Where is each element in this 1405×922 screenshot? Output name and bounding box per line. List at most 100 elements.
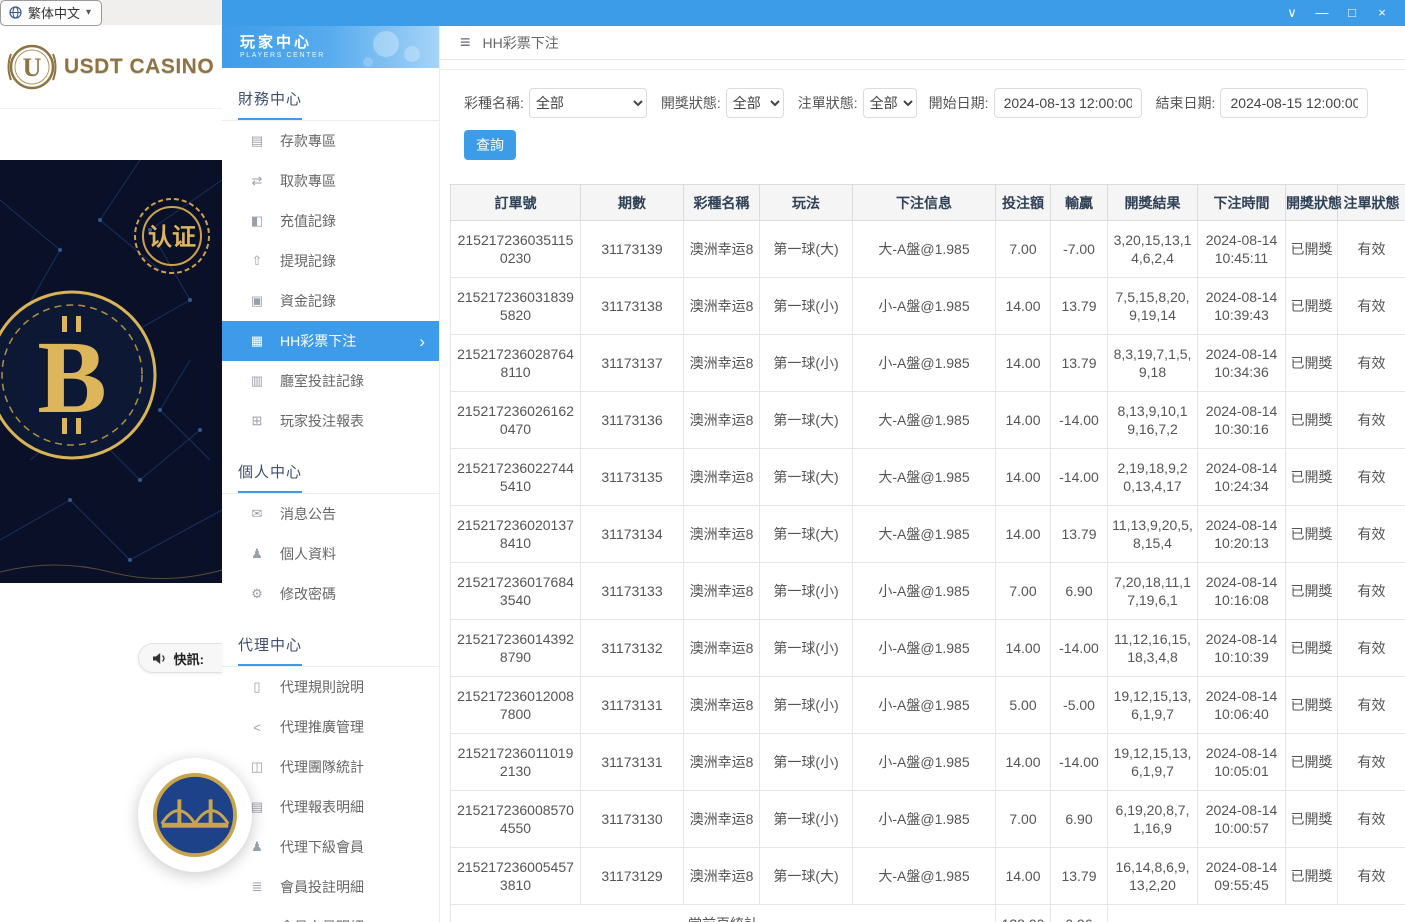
cell-draw-result: 7,20,18,11,17,19,6,1 xyxy=(1108,563,1198,620)
sidebar-item-bet-detail[interactable]: ≣ 會員投註明細 xyxy=(222,867,439,907)
cell-bet-info: 大-A盤@1.985 xyxy=(853,506,996,563)
cell-lottery-name: 澳洲幸运8 xyxy=(684,278,760,335)
window-close-icon[interactable]: × xyxy=(1367,0,1397,26)
cell-bet-time: 2024-08-14 10:00:57 xyxy=(1198,791,1286,848)
menu-toggle-icon[interactable]: ≡ xyxy=(460,32,471,53)
sidebar-item-trade-detail[interactable]: ≡會員交易明細 xyxy=(222,907,439,922)
cell-order-status: 有效 xyxy=(1338,848,1405,905)
sidebar-item-bell[interactable]: ✉消息公告 xyxy=(222,494,439,534)
members-icon: ♟ xyxy=(249,839,265,855)
cell-win-loss: 6.90 xyxy=(1051,563,1108,620)
cell-order-no: 2152172360176843540 xyxy=(451,563,581,620)
sidebar-item-player-report[interactable]: ⊞玩家投注報表 xyxy=(222,401,439,441)
draw-status-select[interactable]: 全部 xyxy=(726,88,784,118)
cell-bet-amount: 14.00 xyxy=(996,734,1051,791)
sidebar-nav: 財務中心▤存款專區⇄取款專區◧充值記錄⇧提現記錄▣資金記錄▦HH彩票下注›▥廳室… xyxy=(222,68,439,922)
sidebar-item-agent-report[interactable]: ▤代理報表明細 xyxy=(222,787,439,827)
window-minimize-icon[interactable]: — xyxy=(1307,0,1337,26)
bet-detail-icon: ≣ xyxy=(249,879,265,895)
sidebar-item-share[interactable]: <代理推廣管理 xyxy=(222,707,439,747)
window-maximize-icon[interactable]: □ xyxy=(1337,0,1367,26)
col-header-win-loss: 輸贏 xyxy=(1051,185,1108,221)
sidebar-item-funds[interactable]: ▣資金記錄 xyxy=(222,281,439,321)
cell-play-type: 第一球(大) xyxy=(760,221,853,278)
cell-bet-info: 大-A盤@1.985 xyxy=(853,392,996,449)
window-dropdown-icon[interactable]: ∨ xyxy=(1277,0,1307,26)
sidebar-item-gear[interactable]: ⚙修改密碼 xyxy=(222,574,439,614)
summary-label: 當前頁統計 xyxy=(451,905,996,922)
sidebar-item-label: 會員投註明細 xyxy=(280,877,364,897)
start-date-input[interactable] xyxy=(994,88,1142,118)
cell-lottery-name: 澳洲幸运8 xyxy=(684,563,760,620)
sidebar-item-members[interactable]: ♟代理下級會員 xyxy=(222,827,439,867)
sidebar-item-cashout[interactable]: ⇧提現記錄 xyxy=(222,241,439,281)
bridge-logo-icon xyxy=(152,772,238,858)
usdt-logo-icon: U xyxy=(4,39,60,95)
cell-order-status: 有效 xyxy=(1338,506,1405,563)
cell-issue: 31173135 xyxy=(581,449,684,506)
news-ticker: 快訊: xyxy=(138,643,222,673)
topbar: ≡ HH彩票下注 xyxy=(440,26,1405,60)
sidebar-subtitle: PLAYERS CENTER xyxy=(240,52,439,59)
col-header-lottery-name: 彩種名稱 xyxy=(684,185,760,221)
bitcoin-coin-icon: B xyxy=(0,292,155,458)
table-row: 215217236026162047031173136澳洲幸运8第一球(大)大-… xyxy=(451,392,1405,449)
cell-bet-info: 小-A盤@1.985 xyxy=(853,734,996,791)
cell-bet-info: 小-A盤@1.985 xyxy=(853,563,996,620)
cell-bet-time: 2024-08-14 10:30:16 xyxy=(1198,392,1286,449)
cell-order-status: 有效 xyxy=(1338,449,1405,506)
table-body: 215217236035115023031173139澳洲幸运8第一球(大)大-… xyxy=(451,221,1405,922)
cell-draw-result: 19,12,15,13,6,1,9,7 xyxy=(1108,734,1198,791)
start-date-label: 開始日期: xyxy=(929,93,989,113)
cell-draw-status: 已開獎 xyxy=(1286,506,1338,563)
svg-text:U: U xyxy=(23,53,42,82)
cell-win-loss: -5.00 xyxy=(1051,677,1108,734)
order-status-select[interactable]: 全部 xyxy=(863,88,917,118)
sidebar-item-deposit[interactable]: ▤存款專區 xyxy=(222,121,439,161)
lottery-select[interactable]: 全部 xyxy=(529,88,647,118)
cell-issue: 31173131 xyxy=(581,677,684,734)
sidebar-item-label: 會員交易明細 xyxy=(280,917,364,922)
language-selector[interactable]: 繁体中文 ▾ xyxy=(0,0,102,26)
table-row: 215217236011019213031173131澳洲幸运8第一球(小)小-… xyxy=(451,734,1405,791)
sidebar-item-label: 代理團隊統計 xyxy=(280,757,364,777)
globe-icon xyxy=(9,6,22,19)
sidebar-item-doc[interactable]: ▯代理規則說明 xyxy=(222,667,439,707)
cell-order-no: 2152172360120087800 xyxy=(451,677,581,734)
sidebar-item-room-record[interactable]: ▥廳室投註記錄 xyxy=(222,361,439,401)
cell-order-no: 2152172360227445410 xyxy=(451,449,581,506)
cell-issue: 31173137 xyxy=(581,335,684,392)
cell-bet-info: 小-A盤@1.985 xyxy=(853,791,996,848)
end-date-input[interactable] xyxy=(1220,88,1368,118)
cell-draw-result: 2,19,18,9,20,13,4,17 xyxy=(1108,449,1198,506)
cell-order-status: 有效 xyxy=(1338,278,1405,335)
chevron-right-icon: › xyxy=(419,333,425,350)
col-header-order-no: 訂單號 xyxy=(451,185,581,221)
sidebar-item-user[interactable]: ♟個人資料 xyxy=(222,534,439,574)
search-button[interactable]: 查詢 xyxy=(464,130,516,160)
main-content: ≡ HH彩票下注 彩種名稱: 全部 開獎狀態: 全部 注單狀態: 全部 開始日期… xyxy=(440,26,1405,922)
cell-order-status: 有效 xyxy=(1338,392,1405,449)
bell-icon: ✉ xyxy=(249,506,265,522)
sidebar-item-withdraw[interactable]: ⇄取款專區 xyxy=(222,161,439,201)
cell-order-status: 有效 xyxy=(1338,563,1405,620)
gear-icon: ⚙ xyxy=(249,586,265,602)
sidebar-item-team-stats[interactable]: ◫代理團隊統計 xyxy=(222,747,439,787)
summary-bet-total: 138.00 xyxy=(996,905,1051,922)
filter-bar: 彩種名稱: 全部 開獎狀態: 全部 注單狀態: 全部 開始日期: 結束日期: xyxy=(440,88,1405,118)
cell-bet-info: 大-A盤@1.985 xyxy=(853,449,996,506)
cell-bet-amount: 14.00 xyxy=(996,278,1051,335)
cell-draw-result: 6,19,20,8,7,1,16,9 xyxy=(1108,791,1198,848)
team-logo xyxy=(138,758,252,872)
sidebar-item-recharge[interactable]: ◧充值記錄 xyxy=(222,201,439,241)
cell-draw-status: 已開獎 xyxy=(1286,221,1338,278)
cell-win-loss: 13.79 xyxy=(1051,278,1108,335)
sidebar-item-lottery[interactable]: ▦HH彩票下注› xyxy=(222,321,439,361)
cell-lottery-name: 澳洲幸运8 xyxy=(684,734,760,791)
cell-lottery-name: 澳洲幸运8 xyxy=(684,335,760,392)
cell-lottery-name: 澳洲幸运8 xyxy=(684,506,760,563)
bitcoin-banner-image: 认证 B xyxy=(0,160,222,583)
sidebar-item-label: 代理推廣管理 xyxy=(280,717,364,737)
cell-win-loss: 13.79 xyxy=(1051,335,1108,392)
sidebar-section-title: 個人中心 xyxy=(222,441,439,494)
